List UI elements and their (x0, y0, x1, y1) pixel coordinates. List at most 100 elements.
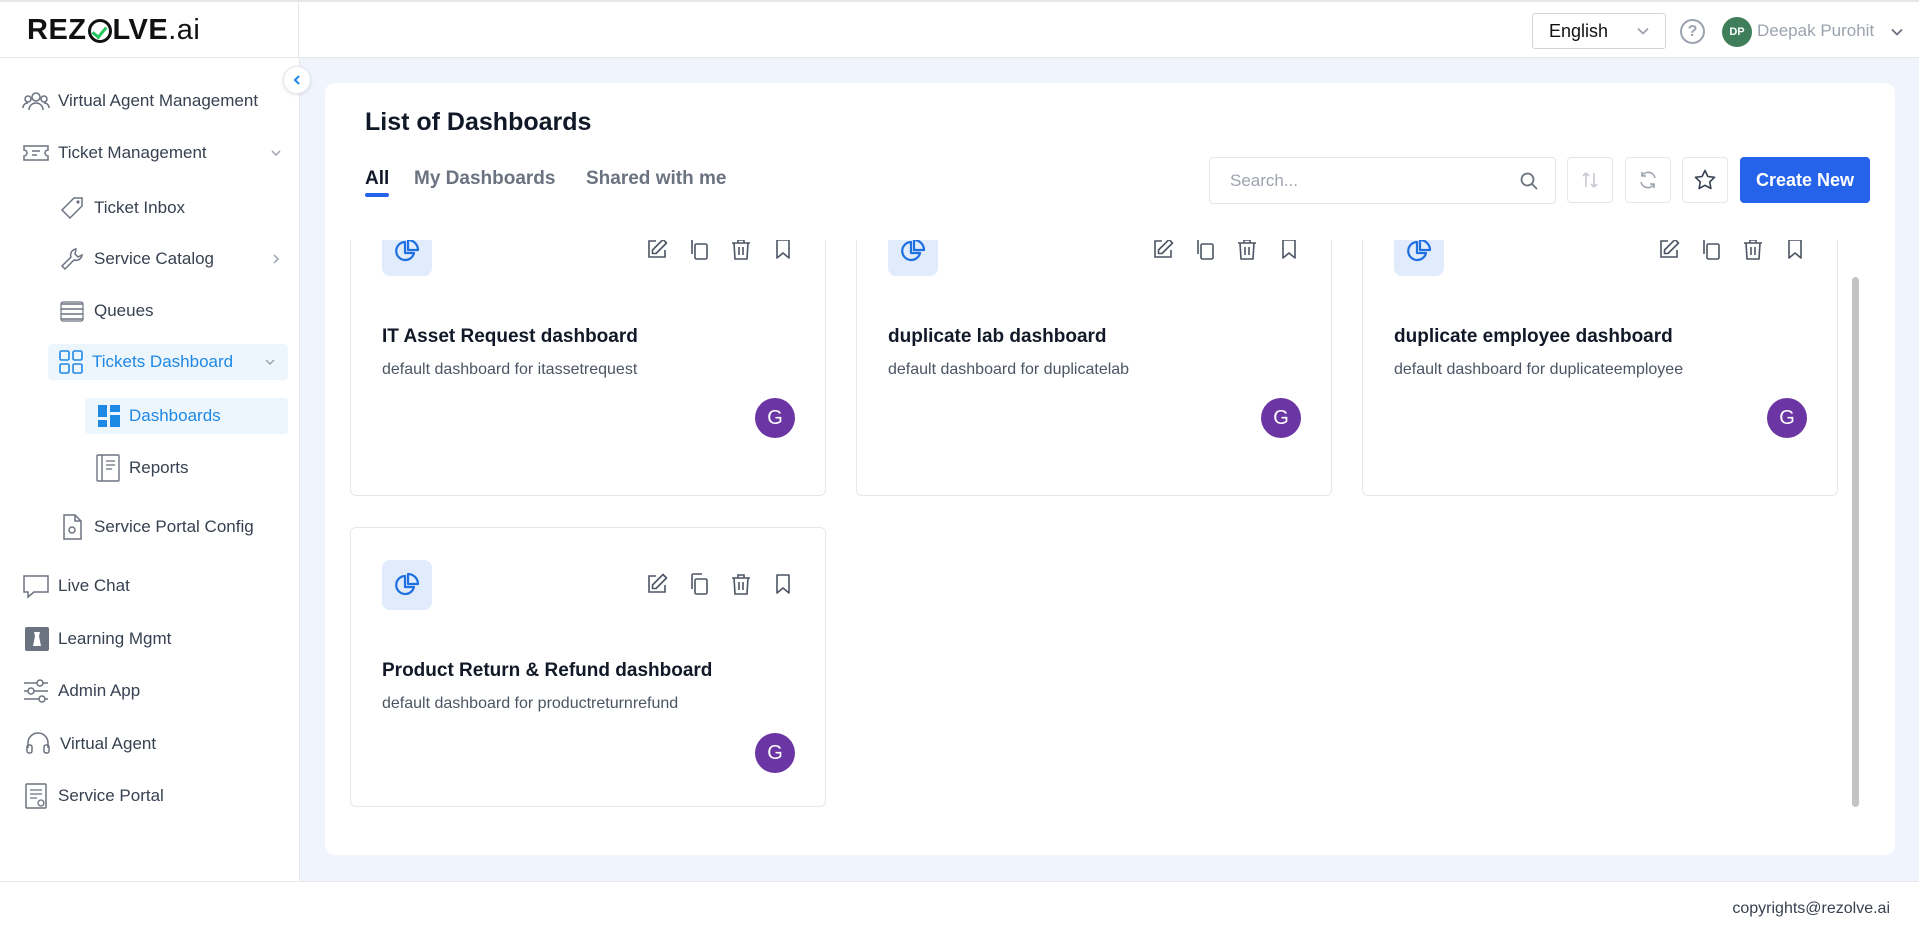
sidebar-item-ticket-management[interactable]: Ticket Management (22, 135, 282, 171)
users-group-icon (22, 92, 50, 111)
report-icon (96, 454, 120, 482)
sort-icon (1582, 172, 1598, 188)
edit-icon[interactable] (1657, 240, 1681, 261)
sidebar-item-learning-mgmt[interactable]: Learning Mgmt (24, 621, 282, 657)
help-icon[interactable]: ? (1680, 19, 1705, 44)
sidebar-item-service-portal[interactable]: Service Portal (22, 778, 282, 814)
favorites-button[interactable] (1682, 157, 1728, 203)
card-title[interactable]: IT Asset Request dashboard (382, 326, 638, 348)
card-title[interactable]: duplicate employee dashboard (1394, 326, 1673, 348)
bookmark-icon[interactable] (1277, 240, 1301, 261)
user-menu-chevron-icon[interactable] (1889, 24, 1905, 40)
language-value: English (1549, 20, 1609, 41)
sidebar-item-label: Learning Mgmt (58, 629, 172, 648)
chevron-down-icon (271, 150, 281, 157)
edit-icon[interactable] (645, 572, 669, 596)
copyright-text: copyrights@rezolve.ai (1732, 900, 1890, 917)
owner-avatar: G (755, 398, 795, 438)
card-title[interactable]: Product Return & Refund dashboard (382, 660, 712, 682)
copy-icon[interactable] (687, 240, 711, 261)
bookmark-icon[interactable] (771, 572, 795, 596)
card-title[interactable]: duplicate lab dashboard (888, 326, 1107, 348)
dashboard-card[interactable]: duplicate employee dashboard default das… (1362, 240, 1838, 496)
sidebar-item-virtual-agent[interactable]: Virtual Agent (24, 726, 282, 762)
chevron-down-icon (1637, 27, 1649, 35)
sidebar-item-admin-app[interactable]: Admin App (22, 673, 282, 709)
sliders-icon (24, 679, 48, 703)
sidebar-item-label: Virtual Agent Management (58, 91, 259, 110)
search-icon[interactable] (1519, 171, 1539, 191)
headset-icon (26, 732, 50, 754)
copy-icon[interactable] (1699, 240, 1723, 261)
card-description: default dashboard for itassetrequest (382, 361, 638, 378)
copy-icon[interactable] (687, 572, 711, 596)
learning-icon (25, 627, 49, 651)
logo-text-right: LVE (112, 13, 169, 46)
trash-icon[interactable] (729, 572, 753, 596)
search-box (1209, 157, 1556, 204)
pie-chart-icon (888, 240, 938, 276)
sidebar-item-tickets-dashboard[interactable]: Tickets Dashboard (48, 344, 288, 380)
refresh-icon (1640, 171, 1656, 189)
trash-icon[interactable] (1741, 240, 1765, 261)
sidebar-item-label: Reports (129, 458, 189, 477)
cards-scrollbar[interactable] (1852, 277, 1859, 807)
dashboard-icon (98, 405, 120, 427)
card-description: default dashboard for duplicateemployee (1394, 361, 1684, 378)
logo-area: REZ LVE .ai (0, 2, 299, 58)
dashboard-card[interactable]: duplicate lab dashboard default dashboar… (856, 240, 1332, 496)
sidebar-item-label: Ticket Inbox (94, 198, 186, 217)
active-tab-indicator (365, 193, 389, 197)
dashboard-card[interactable]: Product Return & Refund dashboard defaul… (350, 527, 826, 807)
owner-avatar: G (1767, 398, 1807, 438)
refresh-button[interactable] (1625, 157, 1671, 203)
top-header: REZ LVE .ai English ? DP Deepak Purohit (0, 0, 1919, 58)
user-name[interactable]: Deepak Purohit (1757, 21, 1874, 41)
pie-chart-icon (1394, 240, 1444, 276)
rezolve-logo[interactable]: REZ LVE .ai (27, 14, 200, 47)
file-gear-icon (63, 514, 82, 540)
tab-my-dashboards[interactable]: My Dashboards (414, 168, 555, 190)
ticket-icon (23, 145, 49, 161)
sidebar-item-label: Admin App (58, 681, 141, 700)
tag-icon (60, 197, 83, 220)
sidebar-item-label: Ticket Management (58, 143, 207, 162)
sort-button[interactable] (1567, 157, 1613, 203)
chevron-left-icon (293, 75, 300, 85)
sidebar-item-live-chat[interactable]: Live Chat (22, 568, 282, 604)
bookmark-icon[interactable] (1783, 240, 1807, 261)
sidebar-item-service-portal-config[interactable]: Service Portal Config (58, 509, 282, 545)
edit-icon[interactable] (1151, 240, 1175, 261)
sidebar-item-label: Service Catalog (94, 249, 215, 268)
user-avatar[interactable]: DP (1722, 17, 1752, 47)
chevron-down-icon (265, 359, 275, 366)
star-icon (1694, 169, 1716, 190)
chevron-right-icon (273, 254, 280, 264)
sidebar-item-virtual-agent-management[interactable]: Virtual Agent Management (22, 83, 282, 119)
sidebar-item-label: Dashboards (129, 406, 221, 425)
sidebar-item-label: Service Portal Config (94, 517, 254, 536)
copy-icon[interactable] (1193, 240, 1217, 261)
sidebar-item-dashboards[interactable]: Dashboards (85, 398, 288, 434)
bookmark-icon[interactable] (771, 240, 795, 261)
search-input[interactable] (1230, 170, 1500, 191)
sidebar-item-ticket-inbox[interactable]: Ticket Inbox (58, 190, 282, 226)
language-select[interactable]: English (1532, 13, 1666, 49)
tab-shared-with-me[interactable]: Shared with me (586, 168, 726, 190)
portal-icon (25, 783, 47, 809)
sidebar-item-label: Live Chat (58, 576, 130, 595)
create-new-button[interactable]: Create New (1740, 157, 1870, 203)
trash-icon[interactable] (1235, 240, 1259, 261)
logo-suffix: .ai (168, 13, 201, 46)
edit-icon[interactable] (645, 240, 669, 261)
owner-avatar: G (755, 733, 795, 773)
sidebar-collapse-button[interactable] (283, 66, 311, 94)
dashboard-card[interactable]: IT Asset Request dashboard default dashb… (350, 240, 826, 496)
pie-chart-icon (382, 560, 432, 610)
tab-all[interactable]: All (365, 168, 389, 190)
trash-icon[interactable] (729, 240, 753, 261)
sidebar-item-queues[interactable]: Queues (58, 293, 282, 329)
sidebar-item-service-catalog[interactable]: Service Catalog (58, 241, 282, 277)
footer: copyrights@rezolve.ai (0, 881, 1919, 929)
sidebar-item-reports[interactable]: Reports (95, 450, 285, 486)
